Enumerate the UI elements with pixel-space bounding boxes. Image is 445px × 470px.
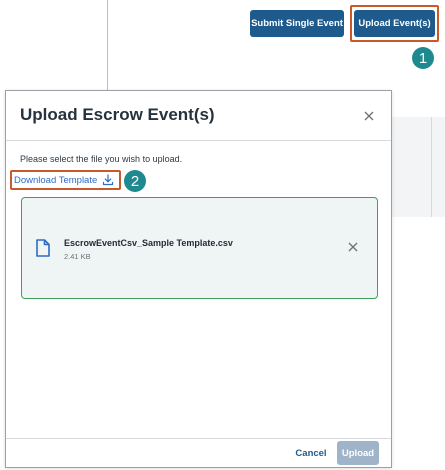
- step-badge-1: 1: [412, 47, 434, 69]
- upload-instructions: Please select the file you wish to uploa…: [20, 154, 183, 164]
- cancel-button[interactable]: Cancel: [288, 442, 334, 464]
- download-icon: [102, 174, 114, 186]
- file-size: 2.41 KB: [64, 252, 91, 261]
- file-name: EscrowEventCsv_Sample Template.csv: [64, 238, 233, 248]
- download-template-label: Download Template: [14, 174, 98, 186]
- file-icon: [35, 238, 51, 258]
- modal-title: Upload Escrow Event(s): [20, 105, 215, 124]
- download-template-link[interactable]: Download Template: [14, 174, 114, 186]
- submit-single-event-button[interactable]: Submit Single Event: [250, 10, 344, 37]
- screenshot-stage: Submit Single Event Upload Event(s) 1 Up…: [0, 0, 445, 470]
- close-icon-graphic: [364, 111, 374, 121]
- step-badge-2: 2: [124, 170, 146, 192]
- remove-file-icon[interactable]: [346, 240, 360, 254]
- modal-header: Upload Escrow Event(s): [6, 91, 391, 141]
- upload-button[interactable]: Upload: [337, 441, 379, 465]
- background-card-edge: [431, 117, 432, 217]
- upload-modal: Upload Escrow Event(s) Please select the…: [5, 90, 392, 468]
- upload-events-button[interactable]: Upload Event(s): [354, 10, 435, 37]
- uploaded-file-card: EscrowEventCsv_Sample Template.csv 2.41 …: [21, 197, 378, 299]
- close-icon[interactable]: [360, 107, 378, 125]
